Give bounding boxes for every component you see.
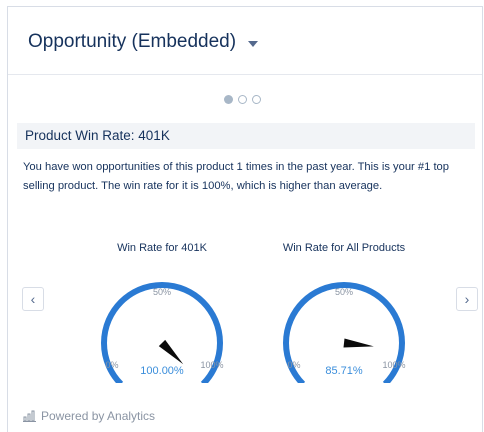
gauge-value-label: 85.71%: [325, 365, 363, 377]
gauge-title-401k: Win Rate for 401K: [117, 242, 207, 254]
gauge-mid-label: 50%: [335, 287, 353, 297]
description-text: You have won opportunities of this produ…: [23, 161, 449, 192]
chevron-left-icon[interactable]: ‹: [22, 287, 44, 311]
carousel-dot-1[interactable]: [224, 95, 233, 104]
card-header: Opportunity (Embedded): [8, 7, 482, 75]
gauge-min-label: 0%: [287, 360, 300, 370]
carousel-dot-2[interactable]: [238, 95, 247, 104]
carousel-dot-3[interactable]: [252, 95, 261, 104]
gauge-mid-label: 50%: [153, 287, 171, 297]
carousel-indicators: [224, 95, 261, 104]
gauge-max-label: 100%: [200, 360, 223, 370]
gauge-all-products: 50% 0% 100% 85.71%: [283, 282, 406, 383]
analytics-chart-icon: [23, 410, 36, 422]
gauge-401k: 50% 0% 100% 100.00%: [101, 282, 224, 383]
chevron-down-icon[interactable]: [248, 40, 259, 47]
gauge-value-label: 100.00%: [140, 365, 184, 377]
gauge-min-label: 0%: [105, 360, 118, 370]
dashboard-selector[interactable]: Opportunity (Embedded): [28, 31, 259, 53]
gauge-max-label: 100%: [382, 360, 405, 370]
dashboard-title: Opportunity (Embedded): [28, 31, 237, 52]
powered-by-text: Powered by Analytics: [41, 409, 156, 423]
gauge-needle: [158, 339, 184, 365]
powered-by-footer: Powered by Analytics: [23, 409, 155, 423]
gauge-title-all-products: Win Rate for All Products: [282, 242, 406, 254]
chevron-right-icon[interactable]: ›: [456, 287, 478, 311]
gauge-needle: [343, 338, 374, 348]
analytics-card: Opportunity (Embedded) Product Win Rate:…: [7, 6, 483, 432]
section-title: Product Win Rate: 401K: [17, 123, 475, 149]
